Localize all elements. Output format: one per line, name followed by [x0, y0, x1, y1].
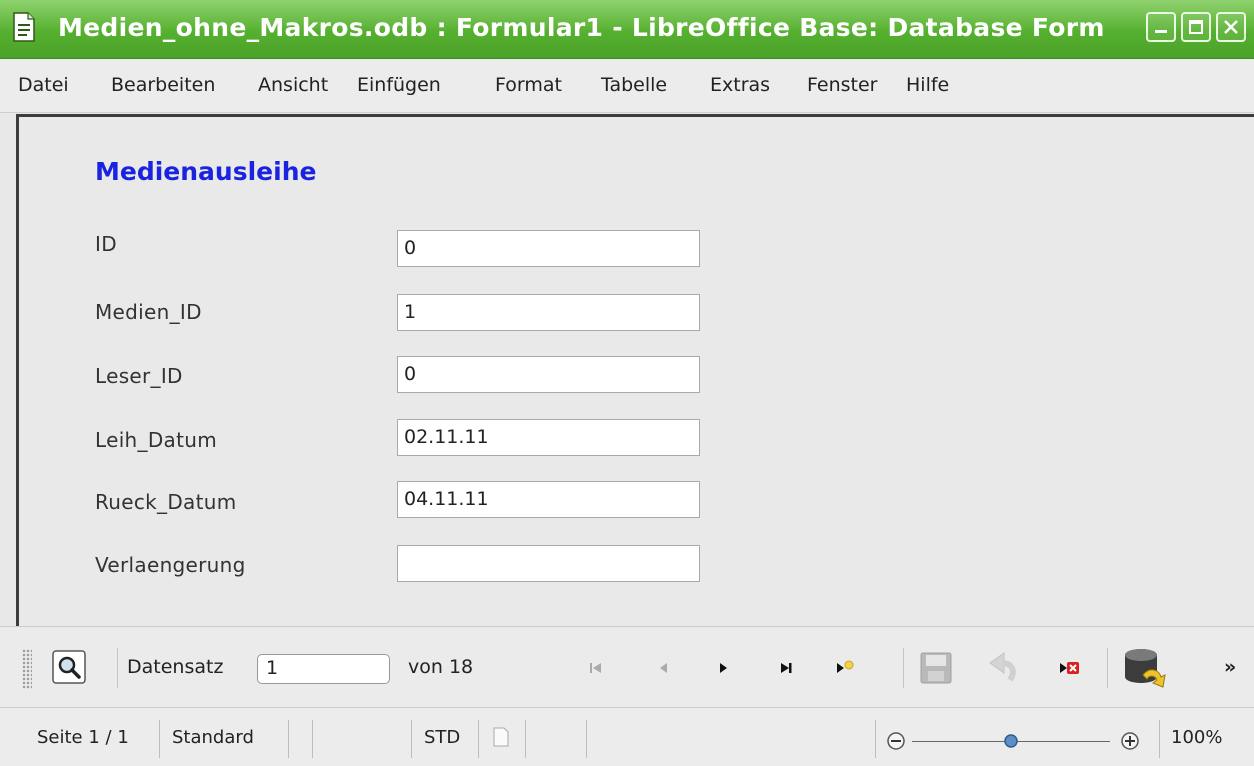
toolbar-separator: [903, 648, 904, 688]
maximize-icon: [1189, 20, 1203, 34]
menu-datei[interactable]: Datei: [18, 74, 69, 96]
minimize-icon: [1155, 30, 1167, 33]
more-icon[interactable]: »: [1224, 656, 1236, 678]
previous-record-icon[interactable]: [654, 658, 674, 678]
data-source-icon[interactable]: [1121, 645, 1167, 691]
record-number-input[interactable]: 1: [257, 654, 390, 684]
selection-mode[interactable]: STD: [424, 727, 460, 748]
close-button[interactable]: [1216, 12, 1246, 42]
page-style[interactable]: Standard: [172, 727, 254, 748]
next-record-icon[interactable]: [713, 658, 733, 678]
field-label-id: ID: [95, 232, 117, 256]
status-separator: [312, 720, 313, 758]
undo-icon[interactable]: [982, 647, 1022, 687]
zoom-in-icon[interactable]: [1120, 731, 1140, 751]
status-separator: [159, 720, 160, 758]
menu-hilfe[interactable]: Hilfe: [906, 74, 949, 96]
status-separator: [1159, 720, 1160, 758]
menu-einfuegen[interactable]: Einfügen: [357, 74, 441, 96]
menu-bar: Datei Bearbeiten Ansicht Einfügen Format…: [0, 59, 1254, 113]
menu-extras[interactable]: Extras: [710, 74, 770, 96]
leih-datum-field[interactable]: 02.11.11: [397, 419, 700, 456]
save-record-icon[interactable]: [918, 650, 954, 686]
status-separator: [525, 720, 526, 758]
document-icon: [13, 12, 35, 42]
menu-tabelle[interactable]: Tabelle: [601, 74, 667, 96]
status-separator: [586, 720, 587, 758]
document-modified-icon: [493, 727, 509, 747]
medien-id-field[interactable]: 1: [397, 294, 700, 331]
delete-record-icon[interactable]: [1057, 656, 1081, 680]
page-indicator: Seite 1 / 1: [37, 727, 129, 748]
last-record-icon[interactable]: [776, 658, 796, 678]
form-title: Medienausleihe: [95, 157, 317, 186]
id-field[interactable]: 0: [397, 230, 700, 267]
new-record-icon[interactable]: [832, 656, 856, 680]
toolbar-separator: [117, 648, 118, 688]
find-record-icon[interactable]: [52, 650, 86, 684]
zoom-out-icon[interactable]: [886, 731, 906, 751]
zoom-level[interactable]: 100%: [1171, 727, 1222, 748]
status-separator: [478, 720, 479, 758]
field-label-rueck-datum: Rueck_Datum: [95, 490, 237, 514]
record-label: Datensatz: [127, 656, 224, 678]
leser-id-field[interactable]: 0: [397, 356, 700, 393]
first-record-icon[interactable]: [586, 658, 606, 678]
field-label-medien-id: Medien_ID: [95, 300, 202, 324]
menu-ansicht[interactable]: Ansicht: [258, 74, 328, 96]
verlaengerung-field[interactable]: [397, 545, 700, 582]
toolbar-separator: [1107, 648, 1108, 688]
menu-bearbeiten[interactable]: Bearbeiten: [111, 74, 215, 96]
title-bar[interactable]: Medien_ohne_Makros.odb : Formular1 - Lib…: [0, 0, 1254, 59]
field-label-verlaengerung: Verlaengerung: [95, 553, 246, 577]
status-separator: [875, 720, 876, 758]
menu-format[interactable]: Format: [495, 74, 562, 96]
status-separator: [288, 720, 289, 758]
window-title: Medien_ohne_Makros.odb : Formular1 - Lib…: [58, 13, 1105, 42]
close-icon: [1224, 20, 1238, 34]
zoom-slider-thumb[interactable]: [1003, 733, 1019, 749]
rueck-datum-field[interactable]: 04.11.11: [397, 481, 700, 518]
maximize-button[interactable]: [1181, 12, 1211, 42]
record-count-label: von 18: [408, 656, 474, 678]
status-separator: [411, 720, 412, 758]
toolbar-grip[interactable]: [22, 649, 32, 689]
field-label-leih-datum: Leih_Datum: [95, 428, 217, 452]
menu-fenster[interactable]: Fenster: [807, 74, 877, 96]
minimize-button[interactable]: [1146, 12, 1176, 42]
field-label-leser-id: Leser_ID: [95, 364, 183, 388]
